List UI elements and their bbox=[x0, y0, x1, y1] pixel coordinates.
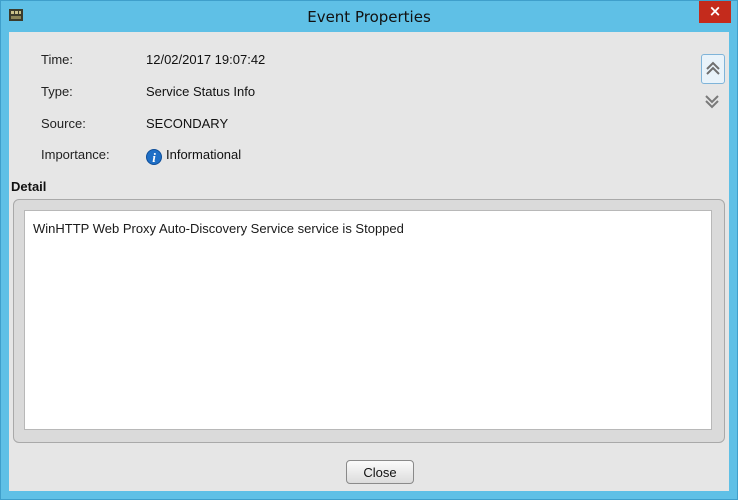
field-value: Service Status Info bbox=[146, 84, 256, 99]
window-close-button[interactable]: × bbox=[699, 1, 731, 23]
field-value: SECONDARY bbox=[146, 116, 229, 131]
detail-label: Detail bbox=[11, 179, 47, 194]
detail-text-area[interactable]: WinHTTP Web Proxy Auto-Discovery Service… bbox=[24, 210, 712, 430]
close-button[interactable]: Close bbox=[346, 460, 414, 484]
field-label: Importance: bbox=[41, 147, 110, 162]
field-label: Source: bbox=[41, 116, 86, 131]
field-label: Type: bbox=[41, 84, 73, 99]
content-panel: Time: 12/02/2017 19:07:42 Type: Service … bbox=[9, 32, 729, 491]
info-icon: i bbox=[146, 149, 162, 165]
event-properties-window: Event Properties × Time: 12/02/2017 19:0… bbox=[0, 0, 738, 500]
importance-text: Informational bbox=[166, 147, 242, 162]
title-bar[interactable]: Event Properties × bbox=[1, 1, 737, 31]
chevron-double-up-icon bbox=[706, 61, 720, 75]
window-title: Event Properties bbox=[307, 8, 431, 26]
field-value: 12/02/2017 19:07:42 bbox=[146, 52, 266, 67]
detail-frame: WinHTTP Web Proxy Auto-Discovery Service… bbox=[13, 199, 725, 443]
previous-event-button[interactable] bbox=[701, 54, 725, 84]
field-value-importance: i Informational bbox=[146, 147, 241, 165]
chevron-double-down-icon bbox=[705, 95, 719, 109]
next-event-button[interactable] bbox=[701, 90, 723, 112]
field-label: Time: bbox=[41, 52, 74, 67]
